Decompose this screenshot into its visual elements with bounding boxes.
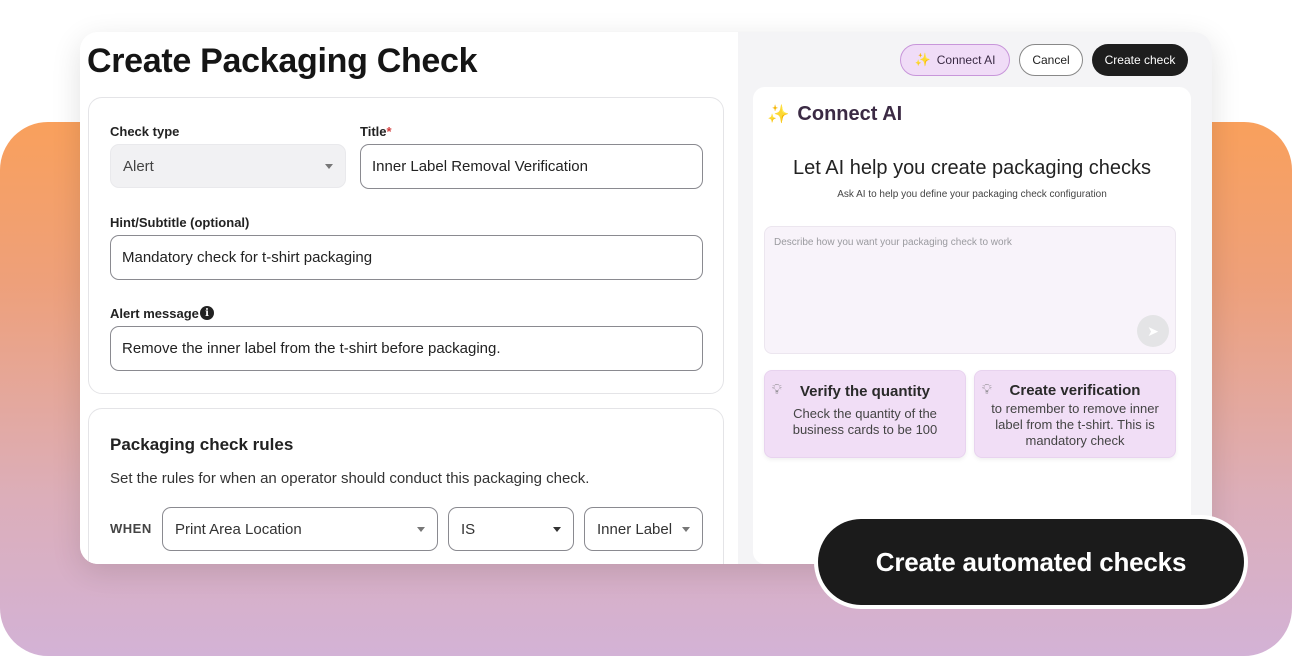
rule-field-value: Print Area Location	[175, 520, 302, 538]
check-type-value: Alert	[123, 157, 154, 175]
suggestion-body: Check the quantity of the business cards…	[792, 406, 938, 437]
ai-subheading: Ask AI to help you define your packaging…	[837, 189, 1107, 200]
rule-value-select[interactable]: Inner Label	[584, 507, 703, 551]
chevron-down-icon	[325, 164, 333, 169]
hint-input[interactable]: Mandatory check for t-shirt packaging	[110, 235, 703, 280]
hint-input-value: Mandatory check for t-shirt packaging	[122, 249, 373, 266]
info-icon[interactable]: i	[200, 306, 214, 320]
suggestion-title: Verify the quantity	[799, 383, 931, 400]
ai-prompt-input[interactable]: Describe how you want your packaging che…	[764, 226, 1176, 354]
send-icon: ➤	[1147, 322, 1159, 339]
rules-title: Packaging check rules	[110, 435, 294, 454]
alert-message-value: Remove the inner label from the t-shirt …	[122, 340, 501, 357]
ai-pane: ✨ Connect AI Cancel Create check ✨ Conne…	[738, 32, 1212, 564]
suggestion-body: to remember to remove inner label from t…	[991, 401, 1159, 448]
ai-heading: Let AI help you create packaging checks	[792, 157, 1151, 179]
ai-panel-header: ✨ Connect AI	[767, 103, 902, 126]
rules-description: Set the rules for when an operator shoul…	[110, 470, 590, 487]
magic-wand-icon: ✨	[914, 52, 931, 67]
rule-operator-value: IS	[461, 520, 476, 538]
chevron-down-icon	[417, 527, 425, 532]
create-automated-checks-label: Create automated checks	[818, 519, 1244, 605]
alert-message-input[interactable]: Remove the inner label from the t-shirt …	[110, 326, 703, 371]
rule-value-value: Inner Label	[597, 520, 673, 538]
check-type-select[interactable]: Alert	[110, 144, 346, 188]
hint-label: Hint/Subtitle (optional)	[110, 215, 250, 230]
rule-field-select[interactable]: Print Area Location	[162, 507, 438, 551]
send-button[interactable]: ➤	[1137, 315, 1169, 347]
create-check-button[interactable]: Create check	[1092, 44, 1188, 76]
connect-ai-panel: ✨ Connect AI Let AI help you create pack…	[753, 87, 1191, 564]
connect-ai-button-label: Connect AI	[936, 53, 996, 67]
when-label: WHEN	[110, 521, 152, 536]
title-input[interactable]: Inner Label Removal Verification	[360, 144, 703, 189]
magic-wand-icon: ✨	[767, 104, 790, 124]
ai-panel-title: Connect AI	[797, 103, 903, 125]
form-pane: Create Packaging Check Check type Alert …	[80, 32, 738, 564]
create-check-window: Create Packaging Check Check type Alert …	[80, 32, 1212, 564]
rule-operator-select[interactable]: IS	[448, 507, 574, 551]
ai-prompt-placeholder: Describe how you want your packaging che…	[774, 237, 1012, 248]
cancel-button[interactable]: Cancel	[1019, 44, 1083, 76]
suggestion-title: Create verification	[1009, 382, 1141, 399]
connect-ai-button[interactable]: ✨ Connect AI	[900, 44, 1010, 76]
suggestion-card[interactable]: 💡︎ Create verification to remember to re…	[974, 370, 1176, 458]
required-marker: *	[386, 124, 392, 139]
check-details-card: Check type Alert Title* Inner Label Remo…	[88, 97, 724, 394]
suggestion-card[interactable]: 💡︎ Verify the quantity Check the quantit…	[764, 370, 966, 458]
create-automated-checks-button[interactable]: Create automated checks	[814, 515, 1248, 609]
alert-message-label: Alert message	[110, 306, 199, 321]
title-input-value: Inner Label Removal Verification	[372, 158, 588, 175]
page-title: Create Packaging Check	[87, 42, 478, 80]
check-type-label: Check type	[110, 124, 180, 139]
chevron-down-icon	[682, 527, 690, 532]
rules-card: Packaging check rules Set the rules for …	[88, 408, 724, 564]
chevron-down-icon	[553, 527, 561, 532]
title-label: Title*	[360, 124, 392, 139]
